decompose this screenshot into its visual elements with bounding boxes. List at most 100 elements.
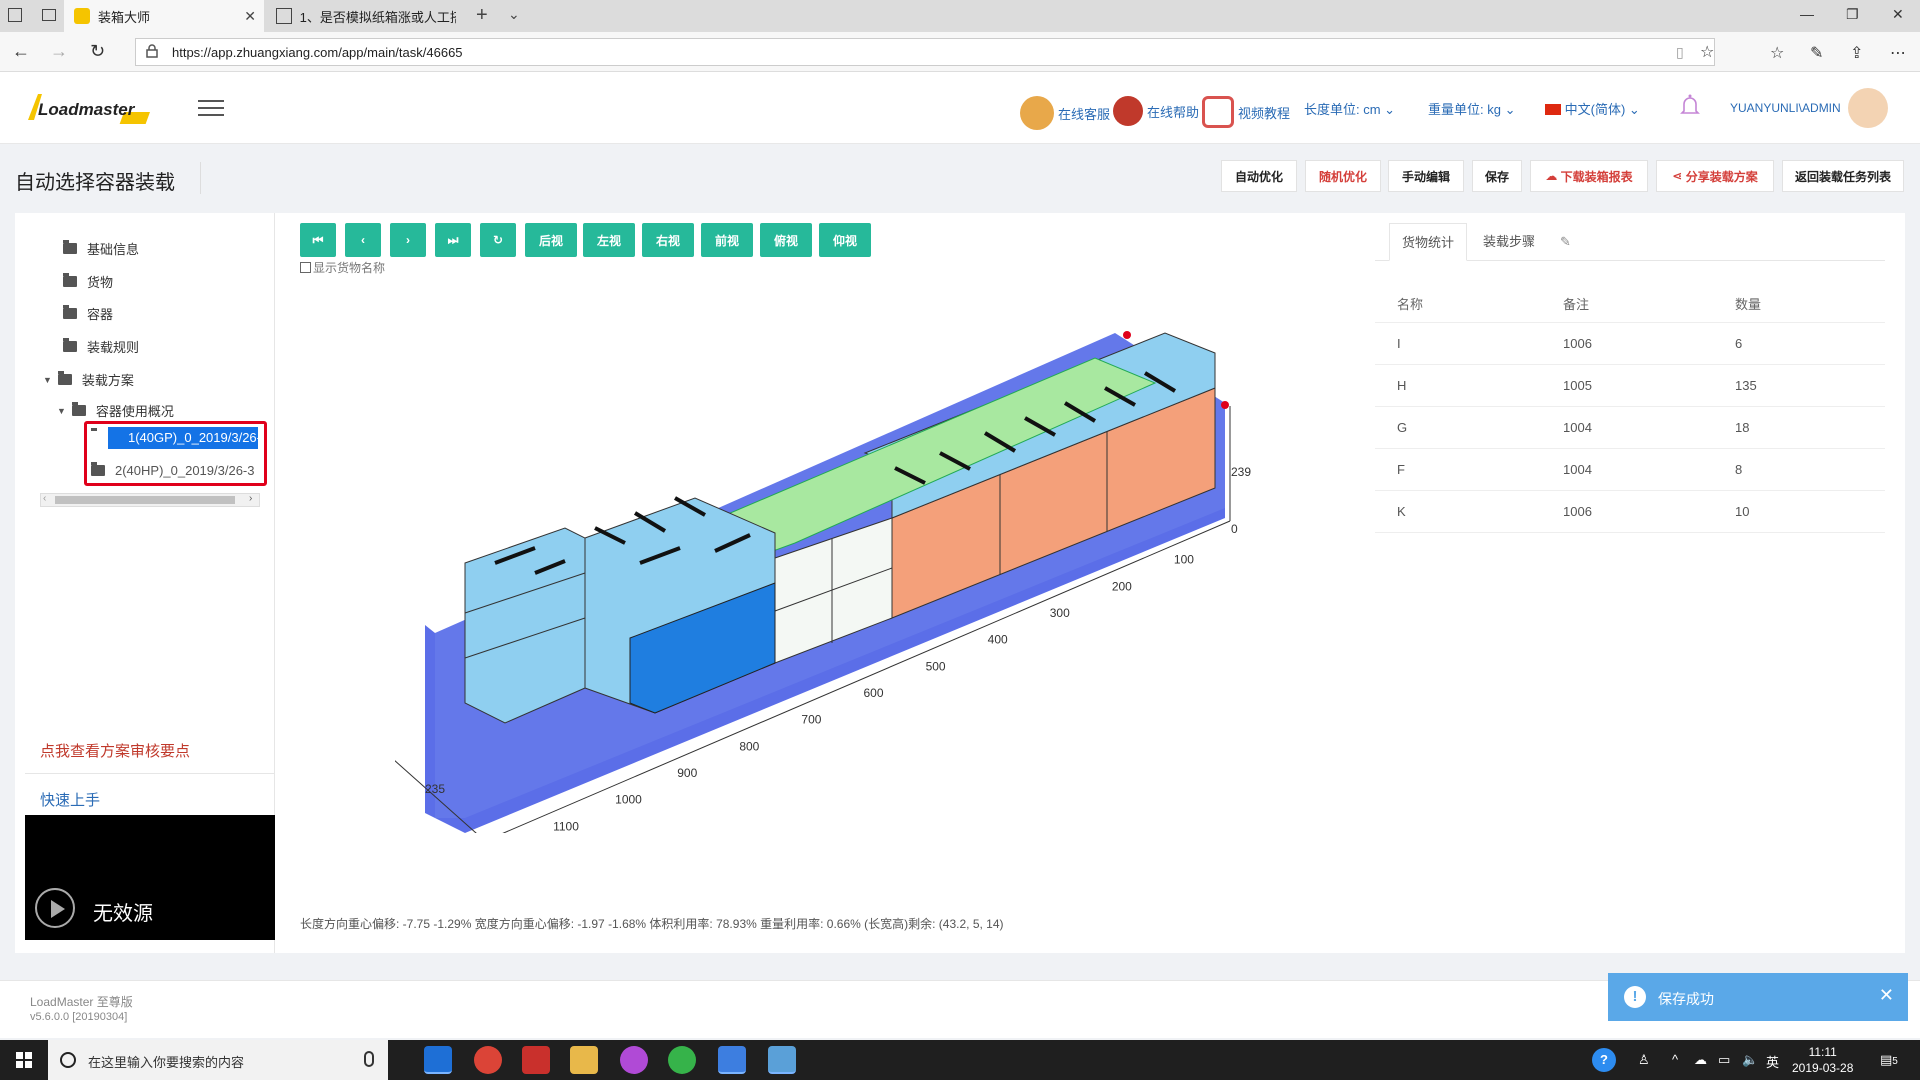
restore-icon[interactable]: ❐ (1846, 6, 1859, 23)
language-select[interactable]: 中文(简体) ⌄ (1545, 99, 1640, 118)
url-field[interactable]: https://app.zhuangxiang.com/app/main/tas… (135, 38, 1715, 66)
tray-chevron-icon[interactable]: ^ (1672, 1052, 1678, 1067)
volume-icon[interactable]: 🔈 (1742, 1052, 1758, 1068)
online-service-link[interactable]: 在线客服 (1020, 96, 1110, 130)
microphone-icon[interactable] (364, 1051, 374, 1067)
tree-node-container[interactable]: 容器 (63, 304, 113, 323)
tab-preview-chevron-icon[interactable]: ⌄ (508, 6, 520, 23)
app-red-icon[interactable] (522, 1046, 550, 1074)
tree-horizontal-scrollbar[interactable]: ‹ › (40, 493, 260, 507)
show-names-checkbox[interactable]: 显示货物名称 (300, 259, 385, 276)
user-avatar[interactable] (1848, 88, 1888, 128)
tab-document[interactable]: 1、是否模拟纸箱涨或人工搭 (266, 0, 466, 32)
menu-toggle-icon[interactable] (198, 100, 224, 118)
next-step-button[interactable]: › (390, 223, 426, 257)
tab-manager-icon[interactable] (8, 8, 22, 22)
service-avatar-icon (1020, 96, 1054, 130)
edge-icon[interactable] (424, 1046, 452, 1074)
tab-loadmaster[interactable]: 装箱大师 ✕ (64, 0, 264, 32)
table-row[interactable]: F 1004 8 (1375, 449, 1885, 491)
manual-edit-button[interactable]: 手动编辑 (1388, 160, 1464, 192)
last-step-button[interactable]: ⏭ (435, 223, 471, 257)
tree-node-goods[interactable]: 货物 (63, 272, 113, 291)
view-left-button[interactable]: 左视 (583, 223, 635, 257)
taskbar-search[interactable]: 在这里输入你要搜索的内容 (48, 1040, 388, 1080)
ime-indicator[interactable]: 英 (1766, 1052, 1779, 1071)
notification-icon[interactable]: ▤5 (1880, 1052, 1898, 1068)
cloud-icon[interactable]: ☁ (1694, 1052, 1707, 1068)
app-blue-icon[interactable] (718, 1046, 746, 1074)
favorite-star-icon[interactable]: ☆ (1700, 42, 1714, 62)
first-step-button[interactable]: ⏮ (300, 223, 336, 257)
table-row[interactable]: G 1004 18 (1375, 407, 1885, 449)
cloud-download-icon: ☁ (1545, 169, 1561, 183)
username[interactable]: YUANYUNLI\ADMIN (1730, 101, 1841, 115)
file-explorer-icon[interactable] (570, 1046, 598, 1074)
window-close-icon[interactable]: ✕ (1892, 6, 1904, 23)
people-icon[interactable]: ♙ (1638, 1052, 1650, 1068)
online-help-link[interactable]: 在线帮助 (1113, 96, 1199, 126)
bell-icon[interactable] (1680, 94, 1700, 118)
review-points-link[interactable]: 点我查看方案审核要点 (40, 740, 190, 761)
back-icon[interactable]: ← (12, 41, 30, 62)
container-3d-view[interactable]: 239 0 235 100 200 300 400 500 600 700 800 900 100… (395, 293, 1295, 833)
new-tab-icon[interactable]: + (476, 4, 488, 27)
table-row[interactable]: I 1006 6 (1375, 323, 1885, 365)
set-aside-tabs-icon[interactable] (42, 9, 56, 21)
quick-start-link[interactable]: 快速上手 (40, 789, 100, 810)
play-icon[interactable] (35, 888, 75, 928)
table-row[interactable]: K 1006 10 (1375, 491, 1885, 533)
tree-node-usage[interactable]: ▼ 容器使用概况 (57, 401, 174, 420)
toast-close-icon[interactable]: ✕ (1879, 985, 1894, 1006)
share-plan-button[interactable]: ⋖ 分享装载方案 (1656, 160, 1774, 192)
video-icon (1202, 96, 1234, 128)
forward-icon[interactable]: → (50, 41, 68, 62)
chrome-icon[interactable] (474, 1046, 502, 1074)
tree-node-rules[interactable]: 装载规则 (63, 337, 139, 356)
view-top-button[interactable]: 俯视 (760, 223, 812, 257)
reading-view-icon[interactable]: ▯ (1676, 44, 1684, 61)
view-right-button[interactable]: 右视 (642, 223, 694, 257)
prev-step-button[interactable]: ‹ (345, 223, 381, 257)
help-icon[interactable]: ? (1592, 1048, 1616, 1072)
video-player[interactable]: 无效源 (25, 815, 275, 940)
weight-unit-select[interactable]: 重量单位: kg ⌄ (1428, 99, 1515, 118)
scrollbar-thumb[interactable] (55, 496, 235, 504)
view-back-button[interactable]: 后视 (525, 223, 577, 257)
back-to-list-button[interactable]: 返回装载任务列表 (1782, 160, 1904, 192)
scroll-right-icon[interactable]: › (249, 493, 252, 504)
random-optimize-button[interactable]: 随机优化 (1305, 160, 1381, 192)
length-unit-select[interactable]: 长度单位: cm ⌄ (1304, 99, 1395, 118)
view-front-button[interactable]: 前视 (701, 223, 753, 257)
auto-optimize-button[interactable]: 自动优化 (1221, 160, 1297, 192)
tab-loading-steps[interactable]: 装载步骤 (1471, 223, 1547, 261)
more-icon[interactable]: ⋯ (1890, 43, 1906, 63)
download-report-button[interactable]: ☁ 下载装箱报表 (1530, 160, 1648, 192)
close-tab-icon[interactable]: ✕ (244, 8, 256, 25)
refresh-icon[interactable]: ↻ (90, 41, 105, 62)
save-button[interactable]: 保存 (1472, 160, 1522, 192)
tree-node-plan[interactable]: ▼ 装载方案 (43, 370, 134, 389)
edit-pencil-icon[interactable]: ✎ (1560, 234, 1571, 250)
caret-down-icon[interactable]: ▼ (43, 375, 52, 385)
app-green-icon[interactable] (668, 1046, 696, 1074)
tab-goods-stats[interactable]: 货物统计 (1389, 223, 1468, 261)
pen-icon[interactable]: ✎ (1810, 43, 1823, 63)
windows-start-icon[interactable] (0, 1040, 48, 1080)
favorites-icon[interactable]: ☆ (1770, 43, 1784, 63)
folder-open-icon (71, 402, 86, 416)
video-tutorial-link[interactable]: 视频教程 (1202, 96, 1290, 128)
app-window-icon[interactable] (768, 1046, 796, 1074)
network-icon[interactable]: ▭ (1718, 1052, 1730, 1068)
minimize-icon[interactable]: — (1800, 6, 1814, 22)
caret-down-icon[interactable]: ▼ (57, 406, 66, 416)
share-icon[interactable]: ⇪ (1850, 43, 1863, 63)
checkbox-box[interactable] (300, 262, 311, 273)
view-bottom-button[interactable]: 仰视 (819, 223, 871, 257)
reset-view-button[interactable]: ↻ (480, 223, 516, 257)
app-colorful-icon[interactable] (620, 1046, 648, 1074)
scroll-left-icon[interactable]: ‹ (43, 493, 46, 504)
tree-node-basic-info[interactable]: 基础信息 (63, 239, 139, 258)
taskbar-clock[interactable]: 11:11 2019-03-28 (1792, 1044, 1853, 1076)
table-row[interactable]: H 1005 135 (1375, 365, 1885, 407)
